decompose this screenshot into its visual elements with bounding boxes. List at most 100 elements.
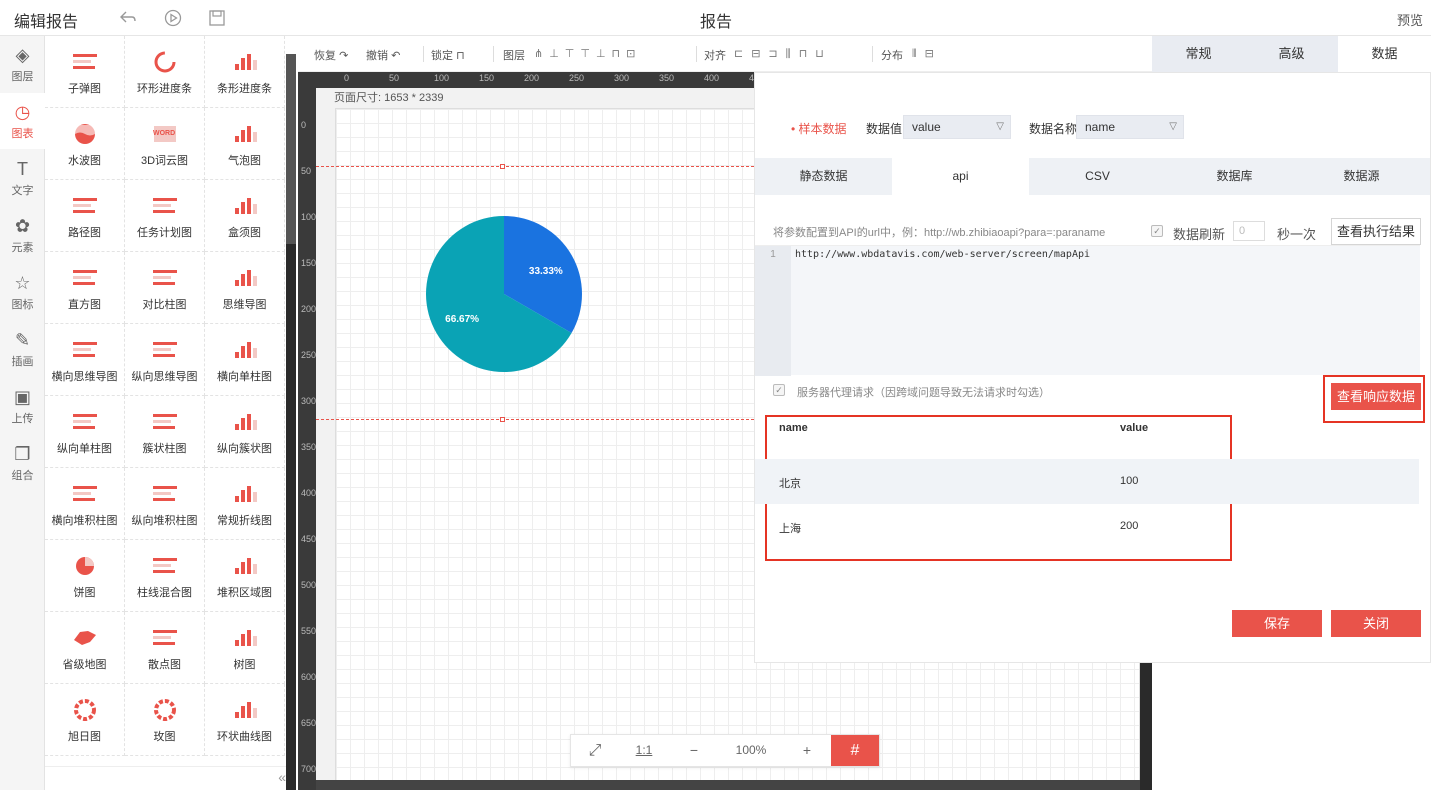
- palette-item[interactable]: 条形进度条: [205, 36, 285, 108]
- tab-static-data[interactable]: 静态数据: [755, 158, 892, 195]
- tab-api[interactable]: api: [892, 158, 1029, 195]
- layer-order-icons[interactable]: ⋔⊥⊤⊤⊥⊓⊡: [534, 47, 641, 60]
- grid-toggle-icon[interactable]: #: [831, 735, 879, 766]
- rail-item-5[interactable]: ✎ 插画: [0, 321, 45, 377]
- palette-item[interactable]: 子弹图: [45, 36, 125, 108]
- line-number: 1: [755, 246, 791, 376]
- rail-item-7[interactable]: ❐ 组合: [0, 435, 45, 491]
- collapse-icon[interactable]: «: [278, 769, 286, 785]
- selection-guide-bottom: [316, 419, 754, 420]
- table-cell: 200: [1120, 520, 1139, 532]
- palette-item[interactable]: 气泡图: [205, 108, 285, 180]
- palette-item[interactable]: 饼图: [45, 540, 125, 612]
- palette-item[interactable]: 思维导图: [205, 252, 285, 324]
- view-exec-result-button[interactable]: 查看执行结果: [1331, 218, 1421, 245]
- redo-button[interactable]: 恢复 ↷: [314, 47, 348, 63]
- save-disk-icon[interactable]: [207, 8, 227, 28]
- ruler-tick-label: 450: [301, 534, 317, 544]
- palette-item[interactable]: 任务计划图: [125, 180, 205, 252]
- lock-button[interactable]: 锁定 ⊓: [431, 47, 465, 63]
- palette-item[interactable]: 纵向簇状图: [205, 396, 285, 468]
- rail-item-3[interactable]: ✿ 元素: [0, 207, 45, 263]
- tab-data[interactable]: 数据: [1338, 36, 1431, 72]
- scrollbar-thumb[interactable]: [286, 54, 296, 244]
- undo-arrow-icon[interactable]: [118, 8, 138, 28]
- rail-item-1[interactable]: ◷ 图表: [0, 93, 45, 149]
- fit-screen-icon[interactable]: ⤢: [571, 735, 619, 766]
- pie-chart[interactable]: 33.33% 66.67%: [425, 215, 583, 373]
- palette-item[interactable]: 环形进度条: [125, 36, 205, 108]
- rail-item-label: 文字: [11, 185, 34, 197]
- resize-handle[interactable]: [500, 164, 505, 169]
- left-rail: ◈ 图层 ◷ 图表 T 文字 ✿ 元素 ☆ 图标 ✎ 插画 ▣ 上传 ❐ 组合: [0, 36, 45, 790]
- palette-item[interactable]: 堆积区域图: [205, 540, 285, 612]
- palette-item[interactable]: 环状曲线图: [205, 684, 285, 756]
- palette-item[interactable]: 水波图: [45, 108, 125, 180]
- palette-item[interactable]: 直方图: [45, 252, 125, 324]
- preview-link[interactable]: 预览: [1397, 10, 1423, 29]
- palette-item[interactable]: 对比柱图: [125, 252, 205, 324]
- palette-item[interactable]: 常规折线图: [205, 468, 285, 540]
- rail-item-2[interactable]: T 文字: [0, 150, 45, 206]
- palette-item-label: 3D词云图: [140, 155, 189, 167]
- chart-type-icon: [72, 486, 97, 501]
- tab-general[interactable]: 常规: [1152, 36, 1245, 72]
- palette-item[interactable]: 簇状柱图: [125, 396, 205, 468]
- distribute-icons[interactable]: ⫴⊟: [912, 47, 942, 61]
- play-icon[interactable]: [163, 8, 183, 28]
- ruler-tick-label: 400: [301, 488, 317, 498]
- resize-handle[interactable]: [500, 417, 505, 422]
- tab-datasource[interactable]: 数据源: [1293, 158, 1430, 195]
- tab-database[interactable]: 数据库: [1166, 158, 1303, 195]
- chart-type-icon: [152, 270, 177, 285]
- palette-item[interactable]: WORD 3D词云图: [125, 108, 205, 180]
- rail-item-label: 组合: [11, 470, 34, 482]
- undo-button[interactable]: 撤销 ↶: [366, 47, 400, 63]
- palette-item[interactable]: 省级地图: [45, 612, 125, 684]
- scrollbar-thumb[interactable]: [316, 780, 1140, 790]
- palette-item[interactable]: 横向堆积柱图: [45, 468, 125, 540]
- chart-type-icon: [72, 270, 97, 285]
- save-button[interactable]: 保存: [1232, 610, 1322, 637]
- divider: [493, 46, 494, 62]
- page-title: 编辑报告: [14, 14, 79, 31]
- name-select-text: name: [1085, 120, 1116, 134]
- palette-item[interactable]: 路径图: [45, 180, 125, 252]
- palette-item-label: 水波图: [68, 155, 101, 167]
- tab-csv[interactable]: CSV: [1029, 158, 1166, 195]
- palette-item[interactable]: 横向单柱图: [205, 324, 285, 396]
- palette-item[interactable]: 横向思维导图: [45, 324, 125, 396]
- palette-item[interactable]: 盒须图: [205, 180, 285, 252]
- align-icons[interactable]: ⊏⊟⊐⫼⊓⊔: [734, 47, 832, 61]
- rail-item-4[interactable]: ☆ 图标: [0, 264, 45, 320]
- palette-item[interactable]: 纵向单柱图: [45, 396, 125, 468]
- tab-advanced[interactable]: 高级: [1245, 36, 1338, 72]
- rail-item-label: 图标: [11, 299, 34, 311]
- palette-item[interactable]: 纵向堆积柱图: [125, 468, 205, 540]
- rail-item-0[interactable]: ◈ 图层: [0, 36, 45, 92]
- close-button[interactable]: 关闭: [1331, 610, 1421, 637]
- palette-item[interactable]: 散点图: [125, 612, 205, 684]
- palette-item[interactable]: 旭日图: [45, 684, 125, 756]
- horizontal-scrollbar[interactable]: [316, 780, 1140, 790]
- zoom-out-button[interactable]: −: [669, 735, 719, 766]
- palette-item-label: 横向思维导图: [51, 371, 118, 383]
- proxy-checkbox[interactable]: ✓: [773, 384, 785, 396]
- palette-scrollbar[interactable]: [286, 54, 296, 790]
- value-select[interactable]: value ▽: [903, 115, 1011, 139]
- view-response-button[interactable]: 查看响应数据: [1331, 383, 1421, 410]
- palette-item[interactable]: 玫图: [125, 684, 205, 756]
- refresh-checkbox[interactable]: ✓: [1151, 225, 1163, 237]
- palette-item[interactable]: 树图: [205, 612, 285, 684]
- api-url-editor[interactable]: 1 http://www.wbdatavis.com/web-server/sc…: [755, 245, 1420, 376]
- one-to-one-button[interactable]: 1:1: [619, 735, 669, 766]
- api-url-text[interactable]: http://www.wbdatavis.com/web-server/scre…: [795, 249, 1090, 260]
- refresh-interval-input[interactable]: 0: [1233, 221, 1265, 241]
- rail-item-6[interactable]: ▣ 上传: [0, 378, 45, 434]
- ruler-tick-label: 600: [301, 672, 317, 682]
- name-select[interactable]: name ▽: [1076, 115, 1184, 139]
- ruler-tick-label: 100: [301, 212, 317, 222]
- palette-item[interactable]: 柱线混合图: [125, 540, 205, 612]
- zoom-in-button[interactable]: +: [783, 735, 831, 766]
- palette-item[interactable]: 纵向思维导图: [125, 324, 205, 396]
